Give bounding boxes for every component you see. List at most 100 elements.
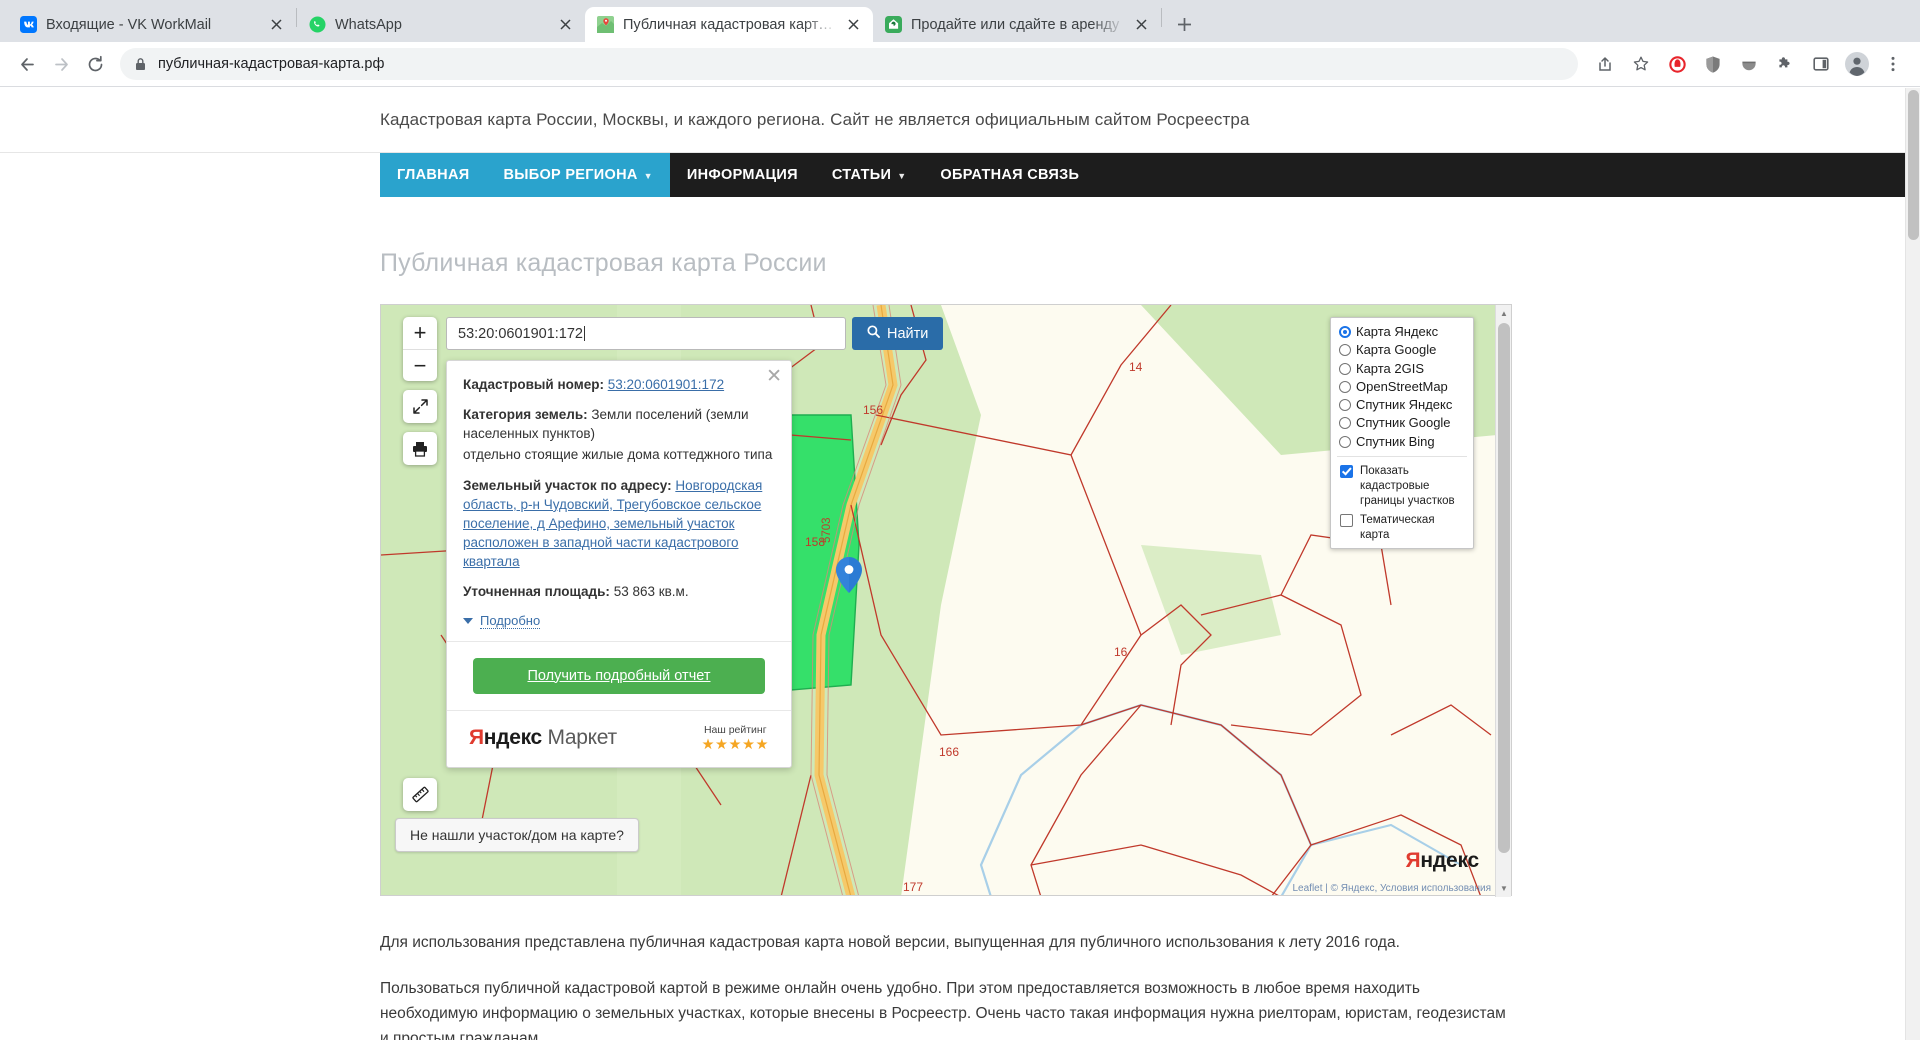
cadastral-number-link[interactable]: 53:20:0601901:172 xyxy=(608,377,724,392)
browser-tab-3[interactable]: Продайте или сдайте в аренду xyxy=(873,7,1161,42)
search-icon xyxy=(867,325,880,342)
nav-item-label: ВЫБОР РЕГИОНА xyxy=(503,167,638,183)
cadastral-search-input[interactable]: 53:20:0601901:172 xyxy=(446,317,846,350)
close-icon[interactable] xyxy=(267,15,286,34)
article-paragraph: Для использования представлена публичная… xyxy=(380,934,1400,951)
nav-item-informaciya[interactable]: ИНФОРМАЦИЯ xyxy=(670,153,815,197)
tab-title: Публичная кадастровая карта Р xyxy=(623,16,838,33)
parcel-label: 166 xyxy=(939,745,960,759)
address-label: Земельный участок по адресу: xyxy=(463,477,672,493)
radio-icon xyxy=(1339,344,1351,357)
arrow-right-icon[interactable] xyxy=(44,47,78,81)
search-button[interactable]: Найти xyxy=(852,317,944,350)
sidepanel-icon[interactable] xyxy=(1804,47,1838,81)
site-tagline-area: Кадастровая карта России, Москвы, и кажд… xyxy=(0,88,1905,153)
checkbox-label: Тематическая карта xyxy=(1360,513,1435,541)
ruler-icon[interactable] xyxy=(403,778,437,811)
layer-option-karta-google[interactable]: Карта Google xyxy=(1331,341,1473,359)
market-logo-market: Маркет xyxy=(547,726,617,750)
radio-icon xyxy=(1339,399,1351,411)
adblock-icon[interactable] xyxy=(1732,47,1766,81)
chrome-menu-icon[interactable] xyxy=(1876,47,1910,81)
nav-item-vybor-regiona[interactable]: ВЫБОР РЕГИОНА ▼ xyxy=(486,153,670,197)
reload-icon[interactable] xyxy=(78,47,112,81)
opera-vpn-icon[interactable] xyxy=(1660,47,1694,81)
market-logo-ndeks: ндекс xyxy=(483,726,542,750)
shield-icon[interactable] xyxy=(1696,47,1730,81)
browser-tab-2[interactable]: Публичная кадастровая карта Р xyxy=(585,7,873,42)
close-icon[interactable] xyxy=(844,15,863,34)
not-found-parcel-button[interactable]: Не нашли участок/дом на карте? xyxy=(395,818,639,852)
area-label: Уточненная площадь: xyxy=(463,584,610,600)
close-icon[interactable]: ✕ xyxy=(766,367,782,386)
whatsapp-icon xyxy=(309,16,326,33)
browser-tab-1[interactable]: WhatsApp xyxy=(297,7,585,42)
close-icon[interactable] xyxy=(1132,15,1151,34)
checkbox-thematic-map[interactable]: Тематическая карта xyxy=(1331,511,1473,545)
search-input-value: 53:20:0601901:172 xyxy=(458,325,583,342)
chevron-down-icon: ▼ xyxy=(643,171,653,181)
yandex-logo: Яндекс xyxy=(1405,849,1479,873)
layer-option-label: Спутник Bing xyxy=(1356,433,1435,449)
page-scrollbar-thumb[interactable] xyxy=(1908,90,1919,240)
rating-block: Наш рейтинг ★★★★★ xyxy=(702,724,770,753)
land-category-label: Категория земель: xyxy=(463,407,588,423)
layer-option-label: Спутник Яндекс xyxy=(1356,397,1453,412)
nav-item-glavnaya[interactable]: ГЛАВНАЯ xyxy=(380,153,487,197)
article-body: Для использования представлена публичная… xyxy=(380,930,1515,1040)
popup-divider xyxy=(447,640,791,642)
profile-avatar-icon[interactable] xyxy=(1840,47,1874,81)
printer-icon[interactable] xyxy=(403,432,437,465)
browser-tab-0[interactable]: Входящие - VK WorkMail xyxy=(8,7,296,42)
details-toggle[interactable]: Подробно xyxy=(463,613,775,629)
nav-item-obratnaya-svyaz[interactable]: ОБРАТНАЯ СВЯЗЬ xyxy=(923,153,1096,197)
layers-divider xyxy=(1337,455,1467,457)
map-pin-marker[interactable] xyxy=(836,557,862,598)
parcel-label: 16 xyxy=(1114,645,1128,659)
chevron-down-icon: ▼ xyxy=(897,171,907,181)
map-attribution[interactable]: Leaflet | © Яндекс, Условия использовани… xyxy=(1292,883,1491,894)
arrow-left-icon[interactable] xyxy=(10,47,44,81)
cadastral-map-widget[interactable]: 5141 156 158 166 177 16 14 172 5703 xyxy=(380,304,1512,897)
get-report-button[interactable]: Получить подробный отчет xyxy=(473,657,765,694)
parcel-info-popup: ✕ Кадастровый номер: 53:20:0601901:172 К… xyxy=(446,360,792,768)
map-pin-icon xyxy=(597,16,614,33)
map-scrollbar[interactable]: ▲ ▼ xyxy=(1495,305,1511,897)
layer-option-label: Карта Google xyxy=(1356,342,1437,358)
scroll-up-icon[interactable]: ▲ xyxy=(1496,305,1512,322)
zoom-out-button[interactable]: − xyxy=(403,349,437,381)
vk-workmail-icon xyxy=(20,16,37,33)
site-navbar: ГЛАВНАЯ ВЫБОР РЕГИОНА ▼ ИНФОРМАЦИЯ СТАТЬ… xyxy=(380,153,1905,197)
address-row: Земельный участок по адресу: Новгородска… xyxy=(463,476,775,572)
layer-option-karta-2gis[interactable]: Карта 2GIS xyxy=(1331,360,1473,378)
nav-item-label: ИНФОРМАЦИЯ xyxy=(686,167,798,183)
lock-icon xyxy=(134,57,147,71)
page-viewport: Кадастровая карта России, Москвы, и кажд… xyxy=(0,88,1920,1040)
nav-item-stati[interactable]: СТАТЬИ ▼ xyxy=(815,153,924,197)
zoom-in-button[interactable]: + xyxy=(403,317,437,349)
radio-icon xyxy=(1339,326,1351,338)
layer-option-openstreetmap[interactable]: OpenStreetMap xyxy=(1331,378,1473,396)
area-value: 53 863 кв.м. xyxy=(613,584,689,600)
scroll-down-icon[interactable]: ▼ xyxy=(1496,880,1512,897)
layer-option-label: OpenStreetMap xyxy=(1356,378,1448,394)
yandex-market-banner[interactable]: Яндекс Маркет Наш рейтинг ★★★★★ xyxy=(463,711,775,767)
text-cursor xyxy=(584,326,585,341)
cadastral-number-row: Кадастровый номер: 53:20:0601901:172 xyxy=(463,375,775,394)
bookmark-star-icon[interactable] xyxy=(1624,47,1658,81)
address-bar[interactable]: публичная-кадастровая-карта.рф xyxy=(120,48,1578,80)
close-icon[interactable] xyxy=(556,15,575,34)
page-scrollbar[interactable] xyxy=(1905,88,1920,1040)
layer-option-karta-yandex[interactable]: Карта Яндекс xyxy=(1331,323,1473,341)
share-icon[interactable] xyxy=(1588,47,1622,81)
layer-option-sputnik-yandex[interactable]: Спутник Яндекс xyxy=(1331,396,1473,414)
market-logo-ya: Я xyxy=(469,726,484,750)
extensions-puzzle-icon[interactable] xyxy=(1768,47,1802,81)
tab-title: WhatsApp xyxy=(335,16,402,33)
fullscreen-icon[interactable] xyxy=(403,390,437,423)
checkbox-show-cadastral-borders[interactable]: Показать кадастровые границы участков xyxy=(1331,462,1473,511)
layer-option-sputnik-google[interactable]: Спутник Google xyxy=(1331,414,1473,432)
new-tab-button[interactable] xyxy=(1168,8,1200,40)
layer-option-sputnik-bing[interactable]: Спутник Bing xyxy=(1331,433,1473,451)
map-scrollbar-thumb[interactable] xyxy=(1498,323,1510,853)
